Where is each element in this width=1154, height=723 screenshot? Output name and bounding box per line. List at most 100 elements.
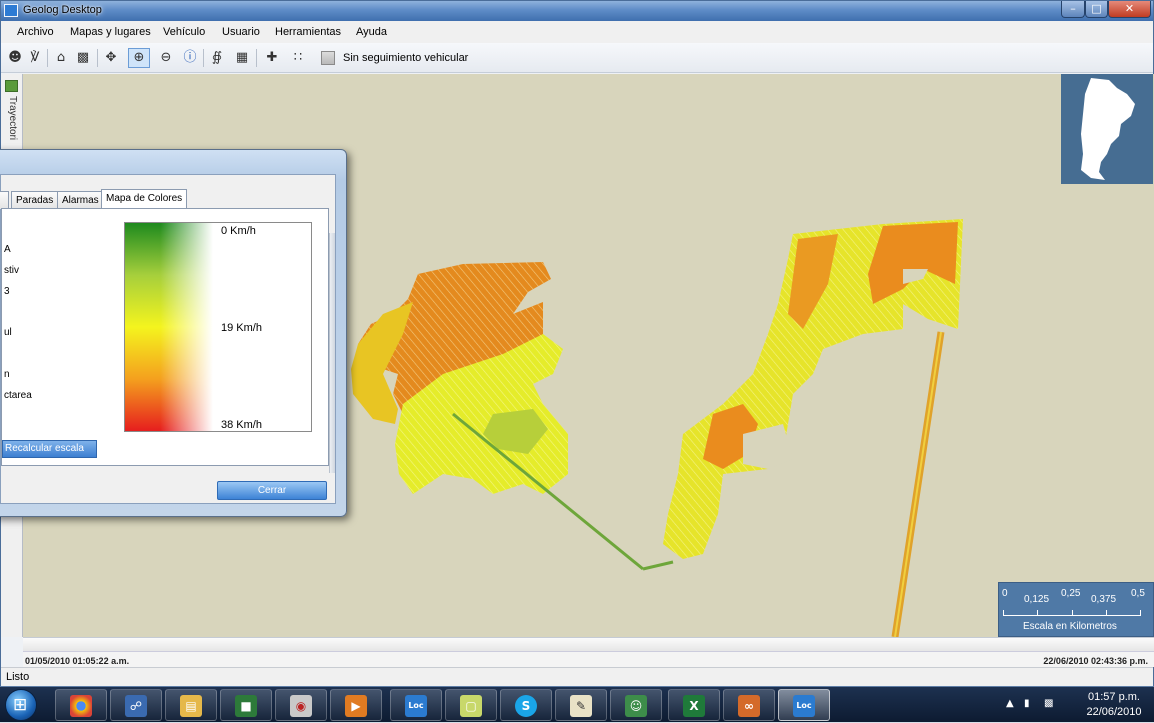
status-bar: Listo <box>1 667 1153 687</box>
toolbar: ☻ ℣ ⌂ ▩ ✥ ⊕ ⊖ ⓘ ∯ ▦ ✚ ∷ <box>1 43 1153 73</box>
taskbar-network[interactable]: ☍ <box>110 689 162 721</box>
toolbar-separator <box>256 49 257 67</box>
zoom-out-icon[interactable]: ⊖ <box>157 49 175 67</box>
menu-usuario[interactable]: Usuario <box>222 26 260 38</box>
signal-icon[interactable]: ℣ <box>26 49 44 67</box>
select-area-icon[interactable]: ∷ <box>289 49 307 67</box>
maximize-button[interactable]: □ <box>1085 1 1108 18</box>
color-map-panel: A stiv 3 ul n ctarea 0 Km/h 19 Km/h 38 K… <box>1 208 329 466</box>
taskbar-excel[interactable]: X <box>668 689 720 721</box>
chrome-icon <box>70 695 92 717</box>
excel-icon: X <box>683 695 705 717</box>
legend-max-speed: 38 Km/h <box>221 419 262 431</box>
scale-caption: Escala en Kilometros <box>1023 621 1117 632</box>
dialog-close-button[interactable]: Cerrar <box>217 481 327 500</box>
taskbar-sticky[interactable]: ▢ <box>445 689 497 721</box>
overview-inset-map[interactable] <box>1061 74 1153 184</box>
menu-archivo[interactable]: Archivo <box>17 26 54 38</box>
tab-alarmas[interactable]: Alarmas <box>57 191 104 209</box>
clipped-label: 3 <box>4 286 10 297</box>
taskbar-notepad[interactable]: ✎ <box>555 689 607 721</box>
taskbar-app[interactable]: ◉ <box>275 689 327 721</box>
taskbar-security[interactable]: ■ <box>220 689 272 721</box>
network-icon: ☍ <box>125 695 147 717</box>
taskbar-chrome[interactable] <box>55 689 107 721</box>
scale-label-4: 0,5 <box>1131 588 1145 599</box>
taskbar-skype[interactable]: S <box>500 689 552 721</box>
scale-tick <box>1140 610 1141 616</box>
home-icon[interactable]: ⌂ <box>52 49 70 67</box>
timeline-bar[interactable]: 01/05/2010 01:05:22 a.m. 22/06/2010 02:4… <box>23 637 1154 667</box>
signal-bars-icon[interactable]: ▮ <box>1024 698 1030 709</box>
zoom-in-icon[interactable]: ⊕ <box>128 48 150 68</box>
dialog-tabs: Paradas Alarmas Mapa de Colores <box>0 189 335 209</box>
messenger-icon: ☺ <box>625 695 647 717</box>
taskbar-explorer[interactable]: ▤ <box>165 689 217 721</box>
scale-label-1: 0,125 <box>1024 594 1050 605</box>
follow-vehicle-checkbox[interactable] <box>321 51 335 65</box>
crosshair-icon[interactable]: ✚ <box>263 49 281 67</box>
close-button[interactable]: ✕ <box>1108 1 1151 18</box>
menu-mapas[interactable]: Mapas y lugares <box>70 26 151 38</box>
app-icon <box>4 4 18 17</box>
tray-arrow-icon[interactable]: ▲ <box>1006 698 1014 709</box>
ab-icon[interactable]: ▩ <box>74 49 92 67</box>
minimize-button[interactable]: – <box>1061 1 1085 18</box>
status-text: Listo <box>6 671 30 683</box>
tab-mapa-de-colores[interactable]: Mapa de Colores <box>101 189 188 209</box>
menu-vehiculo[interactable]: Vehículo <box>163 26 205 38</box>
follow-vehicle-label: Sin seguimiento vehicular <box>343 52 469 64</box>
start-button[interactable] <box>5 689 37 721</box>
taskbar-infinity[interactable]: ∞ <box>723 689 775 721</box>
sticky-icon: ▢ <box>460 695 482 717</box>
clipped-label: ul <box>4 327 12 338</box>
scale-tick <box>1003 610 1004 616</box>
tab-paradas[interactable]: Paradas <box>11 191 59 209</box>
clipped-label: A <box>4 244 11 255</box>
map-icon <box>5 80 18 92</box>
toolbar-separator <box>97 49 98 67</box>
menu-ayuda[interactable]: Ayuda <box>356 26 387 38</box>
geoloc-icon: Loc <box>793 695 815 717</box>
battery-icon[interactable]: ▩ <box>1044 698 1053 709</box>
taskbar: ☍ ▤ ■ ◉ ▶ Loc ▢ S ✎ ☺ X ∞ Loc ▲ ▮ ▩ 01:5… <box>0 686 1154 722</box>
legend-min-speed: 0 Km/h <box>221 225 256 237</box>
user-icon[interactable]: ☻ <box>6 49 24 67</box>
taskbar-geolog-desktop[interactable]: Loc <box>778 689 830 721</box>
scale-bar: 0 0,125 0,25 0,375 0,5 Escala en Kilomet… <box>998 582 1154 637</box>
geoloc-icon: Loc <box>405 695 427 717</box>
taskbar-media[interactable]: ▶ <box>330 689 382 721</box>
menu-herramientas[interactable]: Herramientas <box>275 26 341 38</box>
notepad-icon: ✎ <box>570 695 592 717</box>
timeline-track[interactable] <box>23 638 1154 652</box>
speed-gradient <box>125 223 213 431</box>
tab-hidden[interactable] <box>0 191 9 209</box>
trajectory-dialog[interactable]: Paradas Alarmas Mapa de Colores A stiv 3… <box>0 149 347 517</box>
dialog-body: Paradas Alarmas Mapa de Colores A stiv 3… <box>0 174 336 504</box>
scale-tick <box>1106 610 1107 616</box>
scale-label-3: 0,375 <box>1091 594 1117 605</box>
timeline-start: 01/05/2010 01:05:22 a.m. <box>25 656 130 666</box>
title-bar[interactable]: Geolog Desktop – □ ✕ <box>1 1 1153 21</box>
infinity-icon: ∞ <box>738 695 760 717</box>
route-icon[interactable]: ∯ <box>208 49 226 67</box>
app-icon: ◉ <box>290 695 312 717</box>
taskbar-geoloc[interactable]: Loc <box>390 689 442 721</box>
scale-label-0: 0 <box>1002 588 1008 599</box>
window-title: Geolog Desktop <box>23 4 102 16</box>
field-west <box>351 262 644 571</box>
taskbar-messenger[interactable]: ☺ <box>610 689 662 721</box>
info-icon[interactable]: ⓘ <box>181 49 199 67</box>
recalculate-scale-button[interactable]: Recalcular escala <box>2 440 97 458</box>
media-icon: ▶ <box>345 695 367 717</box>
chart-icon[interactable]: ▦ <box>233 49 251 67</box>
lock-icon: ■ <box>235 695 257 717</box>
clipped-label: ctarea <box>4 390 32 401</box>
pan-icon[interactable]: ✥ <box>102 49 120 67</box>
menu-bar: Archivo Mapas y lugares Vehículo Usuario… <box>1 21 1153 43</box>
clock-time[interactable]: 01:57 p.m. <box>1078 691 1150 703</box>
skype-icon: S <box>515 695 537 717</box>
system-tray: ▲ ▮ ▩ 01:57 p.m. 22/06/2010 <box>1000 687 1154 723</box>
dialog-scrollbar[interactable] <box>329 233 335 473</box>
clock-date[interactable]: 22/06/2010 <box>1078 706 1150 718</box>
